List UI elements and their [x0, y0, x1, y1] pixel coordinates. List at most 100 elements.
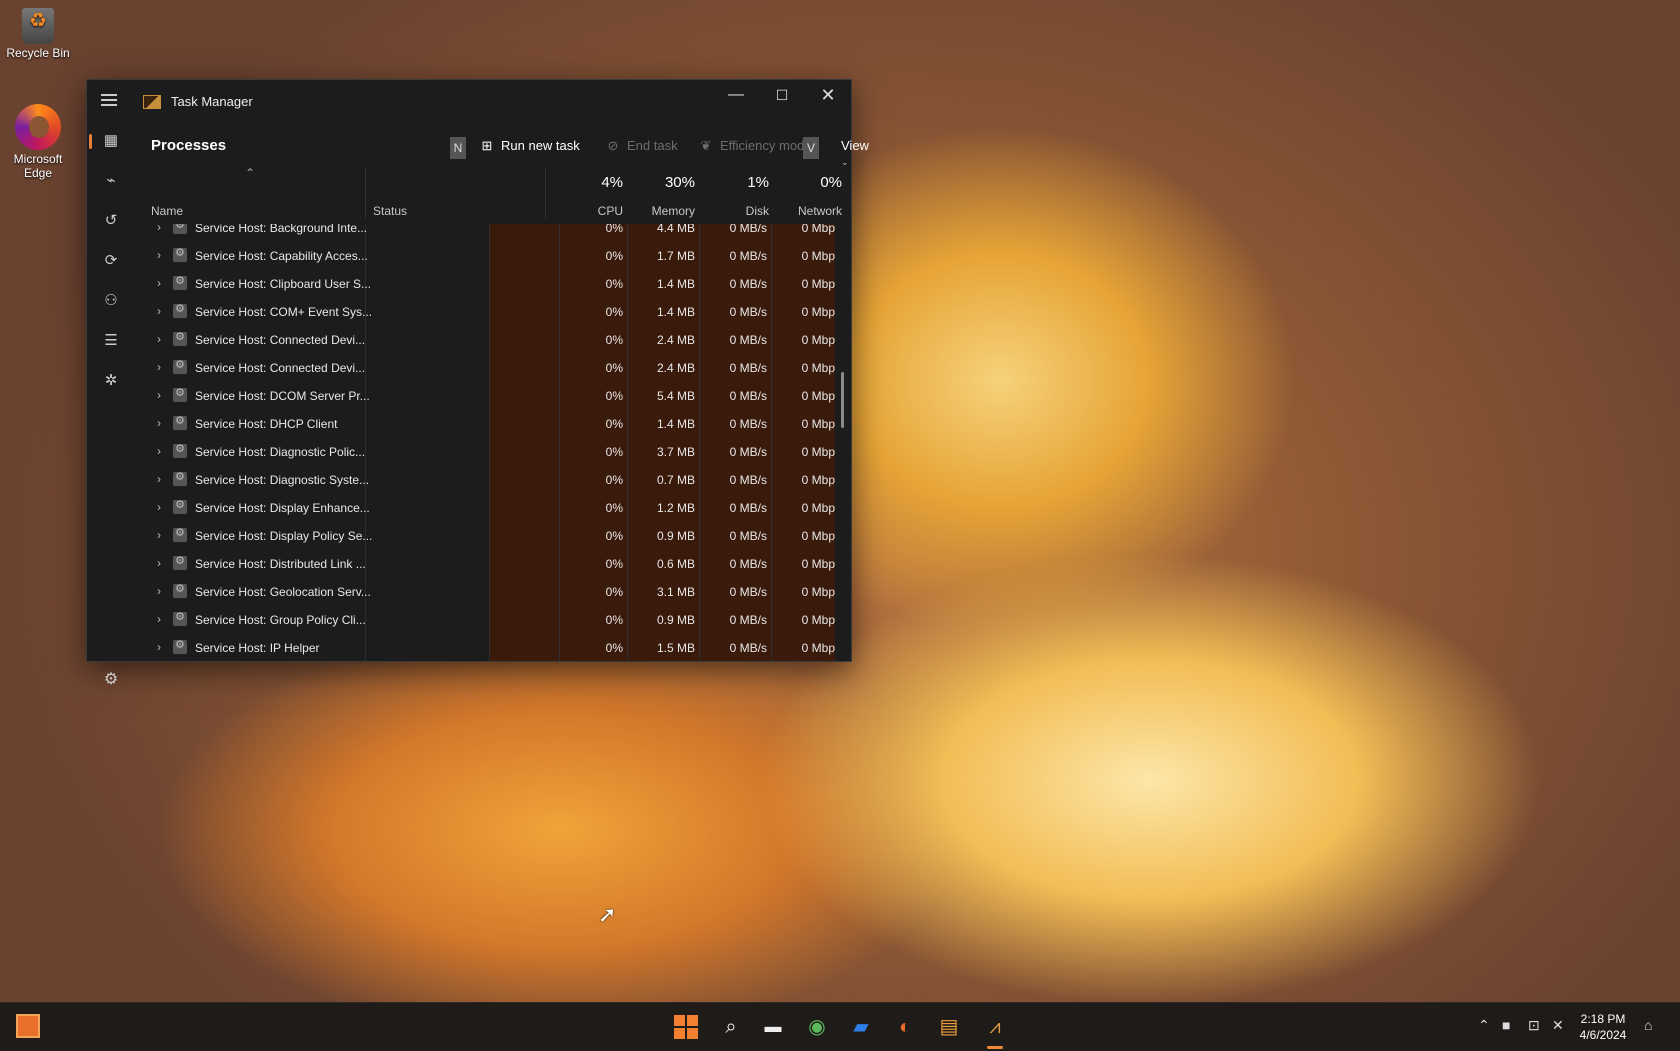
disk-percent: 1% — [747, 174, 769, 191]
hamburger-menu-icon[interactable] — [101, 94, 117, 106]
service-host-icon — [173, 414, 187, 430]
process-row[interactable]: › Service Host: Clipboard User S... 0% 1.4 … — [135, 270, 835, 298]
process-row[interactable]: › Service Host: Diagnostic Syste... 0% 0.7 … — [135, 466, 835, 494]
expand-chevron-icon[interactable]: › — [157, 248, 161, 262]
expand-chevron-icon[interactable]: › — [157, 472, 161, 486]
tray-app-icon[interactable]: ■ — [1502, 1017, 1510, 1033]
process-row[interactable]: › Service Host: Background Inte... 0% 4.4 M… — [135, 224, 835, 242]
sort-up-icon[interactable]: ⌃ — [245, 166, 255, 180]
column-status[interactable]: Status — [373, 204, 407, 218]
expand-chevron-icon[interactable]: › — [157, 276, 161, 290]
column-memory[interactable]: 30% Memory — [629, 80, 695, 218]
notification-icon[interactable]: ⌂ — [1644, 1017, 1652, 1033]
nav-processes-icon[interactable]: ▦ — [89, 126, 127, 156]
service-host-icon — [173, 582, 187, 598]
nav-users-icon[interactable]: ⚇ — [95, 286, 127, 316]
memory-percent: 30% — [664, 174, 695, 191]
store-icon[interactable]: ▤ — [934, 1012, 964, 1042]
vertical-scrollbar[interactable] — [841, 372, 844, 428]
process-network: 0 Mbps — [801, 249, 835, 263]
process-name: Service Host: Connected Devi... — [195, 361, 366, 375]
process-row[interactable]: › Service Host: Display Enhance... 0% 1.2 M… — [135, 494, 835, 522]
volume-muted-icon[interactable]: ✕ — [1552, 1017, 1564, 1034]
expand-chevron-icon[interactable]: › — [157, 612, 161, 626]
process-name: Service Host: DHCP Client — [195, 417, 338, 431]
nav-services-icon[interactable]: ✲ — [95, 366, 127, 396]
process-name: Service Host: Diagnostic Syste... — [195, 473, 370, 487]
process-row[interactable]: › Service Host: Geolocation Serv... 0% 3.1 … — [135, 578, 835, 606]
clock-date: 4/6/2024 — [1579, 1028, 1627, 1042]
chat-icon[interactable]: ◉ — [802, 1012, 832, 1042]
settings-gear-icon[interactable]: ⚙ — [97, 666, 125, 694]
widgets-icon[interactable] — [16, 1014, 40, 1038]
expand-chevron-icon[interactable]: › — [157, 304, 161, 318]
expand-chevron-icon[interactable]: › — [157, 360, 161, 374]
service-host-icon — [173, 274, 187, 290]
cpu-percent: 4% — [601, 174, 623, 191]
microsoft-edge-icon[interactable]: Microsoft Edge — [0, 104, 76, 180]
expand-chevron-icon[interactable]: › — [157, 224, 161, 234]
task-view-icon[interactable]: ▬ — [758, 1012, 788, 1042]
process-row[interactable]: › Service Host: COM+ Event Sys... 0% 1.4 MB… — [135, 298, 835, 326]
edge-picture — [15, 104, 61, 150]
start-button[interactable] — [671, 1012, 701, 1042]
service-host-icon — [173, 526, 187, 542]
expand-chevron-icon[interactable]: › — [157, 332, 161, 346]
process-memory: 1.4 MB — [656, 305, 695, 319]
process-network: 0 Mbps — [801, 224, 835, 235]
expand-chevron-icon[interactable]: › — [157, 500, 161, 514]
mouse-cursor-icon: ➚ — [598, 902, 617, 927]
process-memory: 1.5 MB — [656, 641, 695, 655]
edge-taskbar-icon[interactable]: ◐ — [890, 1012, 920, 1042]
process-row[interactable]: › Service Host: Diagnostic Polic... 0% 3.7 … — [135, 438, 835, 466]
search-icon[interactable]: ⌕ — [716, 1012, 746, 1042]
nav-details-icon[interactable]: ☰ — [95, 326, 127, 356]
service-host-icon — [173, 358, 187, 374]
process-row[interactable]: › Service Host: DCOM Server Pr... 0% 5.4 MB… — [135, 382, 835, 410]
process-cpu: 0% — [605, 333, 623, 347]
file-explorer-icon[interactable]: ▰ — [846, 1012, 876, 1042]
nav-startup-apps-icon[interactable]: ⟳ — [95, 246, 127, 276]
column-disk[interactable]: 1% Disk — [701, 80, 769, 218]
process-row[interactable]: › Service Host: Group Policy Cli... 0% 0.9 … — [135, 606, 835, 634]
process-name: Service Host: Geolocation Serv... — [195, 585, 371, 599]
expand-chevron-icon[interactable]: › — [157, 584, 161, 598]
expand-chevron-icon[interactable]: › — [157, 388, 161, 402]
service-host-icon — [173, 442, 187, 458]
column-network[interactable]: 0% Network — [775, 80, 842, 218]
process-memory: 1.4 MB — [656, 277, 695, 291]
process-row[interactable]: › Service Host: DHCP Client 0% 1.4 MB 0 MB/s… — [135, 410, 835, 438]
process-name: Service Host: Display Policy Se... — [195, 529, 373, 543]
process-disk: 0 MB/s — [729, 501, 767, 515]
process-cpu: 0% — [605, 585, 623, 599]
process-network: 0 Mbps — [801, 473, 835, 487]
process-row[interactable]: › Service Host: Connected Devi... 0% 2.4 MB… — [135, 354, 835, 382]
cpu-label: CPU — [597, 204, 623, 218]
task-manager-taskbar-icon[interactable]: ⩘ — [980, 1012, 1010, 1042]
process-row[interactable]: › Service Host: IP Helper 0% 1.5 MB 0 MB/s 0 … — [135, 634, 835, 661]
process-disk: 0 MB/s — [729, 249, 767, 263]
expand-chevron-icon[interactable]: › — [157, 640, 161, 654]
expand-chevron-icon[interactable]: › — [157, 556, 161, 570]
network-icon[interactable]: ⊡ — [1528, 1017, 1540, 1034]
process-memory: 0.9 MB — [656, 613, 695, 627]
expand-chevron-icon[interactable]: › — [157, 528, 161, 542]
process-row[interactable]: › Service Host: Capability Acces... 0% 1.7 … — [135, 242, 835, 270]
windows-logo-icon — [674, 1015, 698, 1039]
column-cpu[interactable]: 4% CPU — [549, 80, 623, 218]
process-list: › Service Host: Background Inte... 0% 4.4 M… — [135, 224, 835, 661]
expand-chevron-icon[interactable]: › — [157, 416, 161, 430]
column-name[interactable]: Name — [151, 204, 183, 218]
process-row[interactable]: › Service Host: Connected Devi... 0% 2.4 MB… — [135, 326, 835, 354]
process-row[interactable]: › Service Host: Display Policy Se... 0% 0.9… — [135, 522, 835, 550]
expand-chevron-icon[interactable]: › — [157, 444, 161, 458]
clock[interactable]: 2:18 PM 4/6/2024 — [1568, 1011, 1638, 1043]
nav-app-history-icon[interactable]: ↺ — [95, 206, 127, 236]
process-network: 0 Mbps — [801, 585, 835, 599]
nav-performance-icon[interactable]: ⌁ — [95, 166, 127, 196]
process-row[interactable]: › Service Host: Distributed Link ... 0% 0.6… — [135, 550, 835, 578]
service-host-icon — [173, 246, 187, 262]
chevron-up-icon[interactable]: ⌃ — [1478, 1017, 1490, 1034]
process-cpu: 0% — [605, 445, 623, 459]
recycle-bin-icon[interactable]: Recycle Bin — [0, 8, 76, 60]
